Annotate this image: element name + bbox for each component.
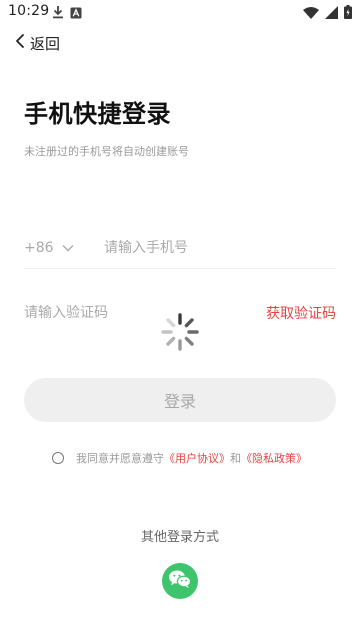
user-agreement-link[interactable]: 《用户协议》 (164, 450, 230, 466)
back-label: 返回 (30, 34, 61, 53)
get-code-button[interactable]: 获取验证码 (266, 303, 336, 323)
wechat-icon (168, 569, 192, 593)
cell-signal-icon (325, 4, 338, 23)
status-left-icons (52, 4, 82, 23)
page-subtitle: 未注册过的手机号将自动创建账号 (24, 145, 189, 158)
status-bar: 10:29 (0, 0, 360, 24)
download-icon (52, 4, 64, 23)
wifi-icon (303, 4, 319, 23)
back-button[interactable]: 返回 (14, 30, 60, 56)
privacy-policy-link[interactable]: 《隐私政策》 (241, 450, 307, 466)
chevron-left-icon (14, 33, 26, 53)
agreement-radio[interactable] (52, 452, 64, 464)
status-right-icons (303, 4, 352, 23)
login-button[interactable]: 登录 (24, 378, 336, 422)
country-code-selector[interactable]: +86 (24, 240, 104, 256)
phone-input[interactable] (104, 240, 324, 256)
status-time: 10:29 (8, 3, 50, 19)
wechat-login-button[interactable] (162, 563, 198, 599)
agreement-row: 我同意并愿意遵守 《用户协议》 和 《隐私政策》 (52, 449, 307, 467)
phone-row: +86 (24, 228, 336, 269)
agreement-conjunction: 和 (230, 452, 241, 465)
notification-a-icon (70, 4, 82, 23)
battery-icon (344, 4, 352, 23)
country-code-label: +86 (24, 240, 54, 256)
agreement-prefix: 我同意并愿意遵守 (76, 452, 164, 465)
chevron-down-icon (62, 240, 74, 256)
other-login-label: 其他登录方式 (140, 530, 219, 545)
page-title: 手机快捷登录 (24, 100, 171, 128)
loading-spinner-icon (160, 312, 200, 352)
